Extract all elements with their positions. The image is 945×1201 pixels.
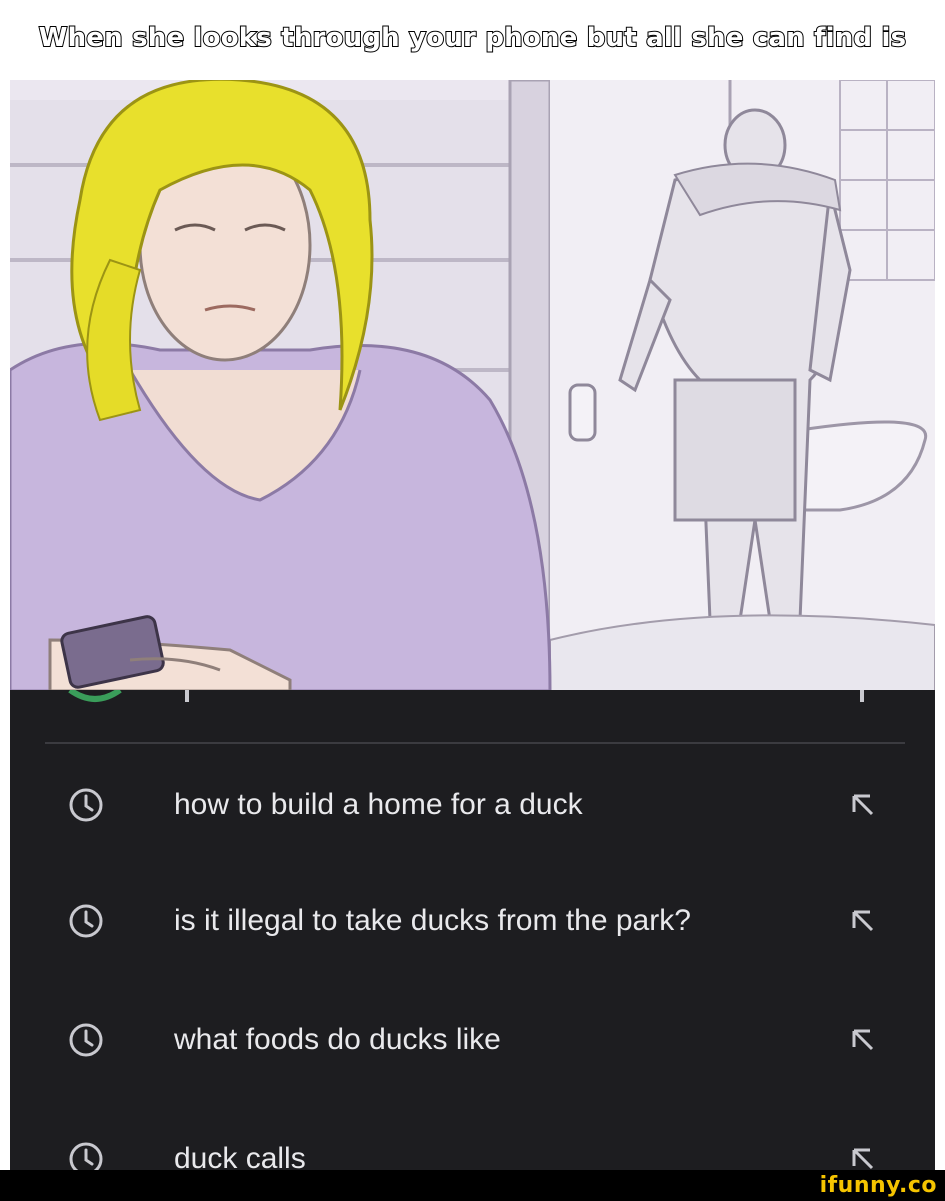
history-clock-icon bbox=[69, 904, 103, 938]
meme-page: When she looks through your phone but al… bbox=[0, 0, 945, 1201]
insert-query-arrow-icon[interactable] bbox=[848, 1144, 878, 1170]
bottom-bar bbox=[0, 1170, 945, 1201]
history-clock-icon bbox=[69, 788, 103, 822]
insert-query-arrow-icon[interactable] bbox=[848, 790, 878, 820]
history-item[interactable]: duck calls bbox=[10, 1124, 935, 1170]
history-item[interactable]: what foods do ducks like bbox=[10, 1005, 935, 1075]
cut-off-previous-row bbox=[68, 690, 864, 702]
history-item-label: is it illegal to take ducks from the par… bbox=[174, 904, 691, 937]
history-item-label: what foods do ducks like bbox=[174, 1023, 501, 1056]
meme-caption: When she looks through your phone but al… bbox=[38, 22, 907, 54]
history-item-label: how to build a home for a duck bbox=[174, 788, 583, 821]
insert-query-arrow-icon[interactable] bbox=[848, 1025, 878, 1055]
insert-query-arrow-icon[interactable] bbox=[848, 906, 878, 936]
illustration-panel bbox=[10, 80, 935, 691]
illustration-image bbox=[10, 80, 935, 691]
history-item[interactable]: is it illegal to take ducks from the par… bbox=[10, 886, 935, 956]
divider bbox=[45, 742, 905, 744]
search-history-panel: how to build a home for a duck is it ill… bbox=[10, 690, 935, 1170]
history-item-label: duck calls bbox=[174, 1142, 306, 1170]
history-clock-icon bbox=[69, 1023, 103, 1057]
history-clock-icon bbox=[69, 1142, 103, 1170]
ifunny-watermark: ifunny.co bbox=[819, 1173, 937, 1198]
history-item[interactable]: how to build a home for a duck bbox=[10, 770, 935, 840]
